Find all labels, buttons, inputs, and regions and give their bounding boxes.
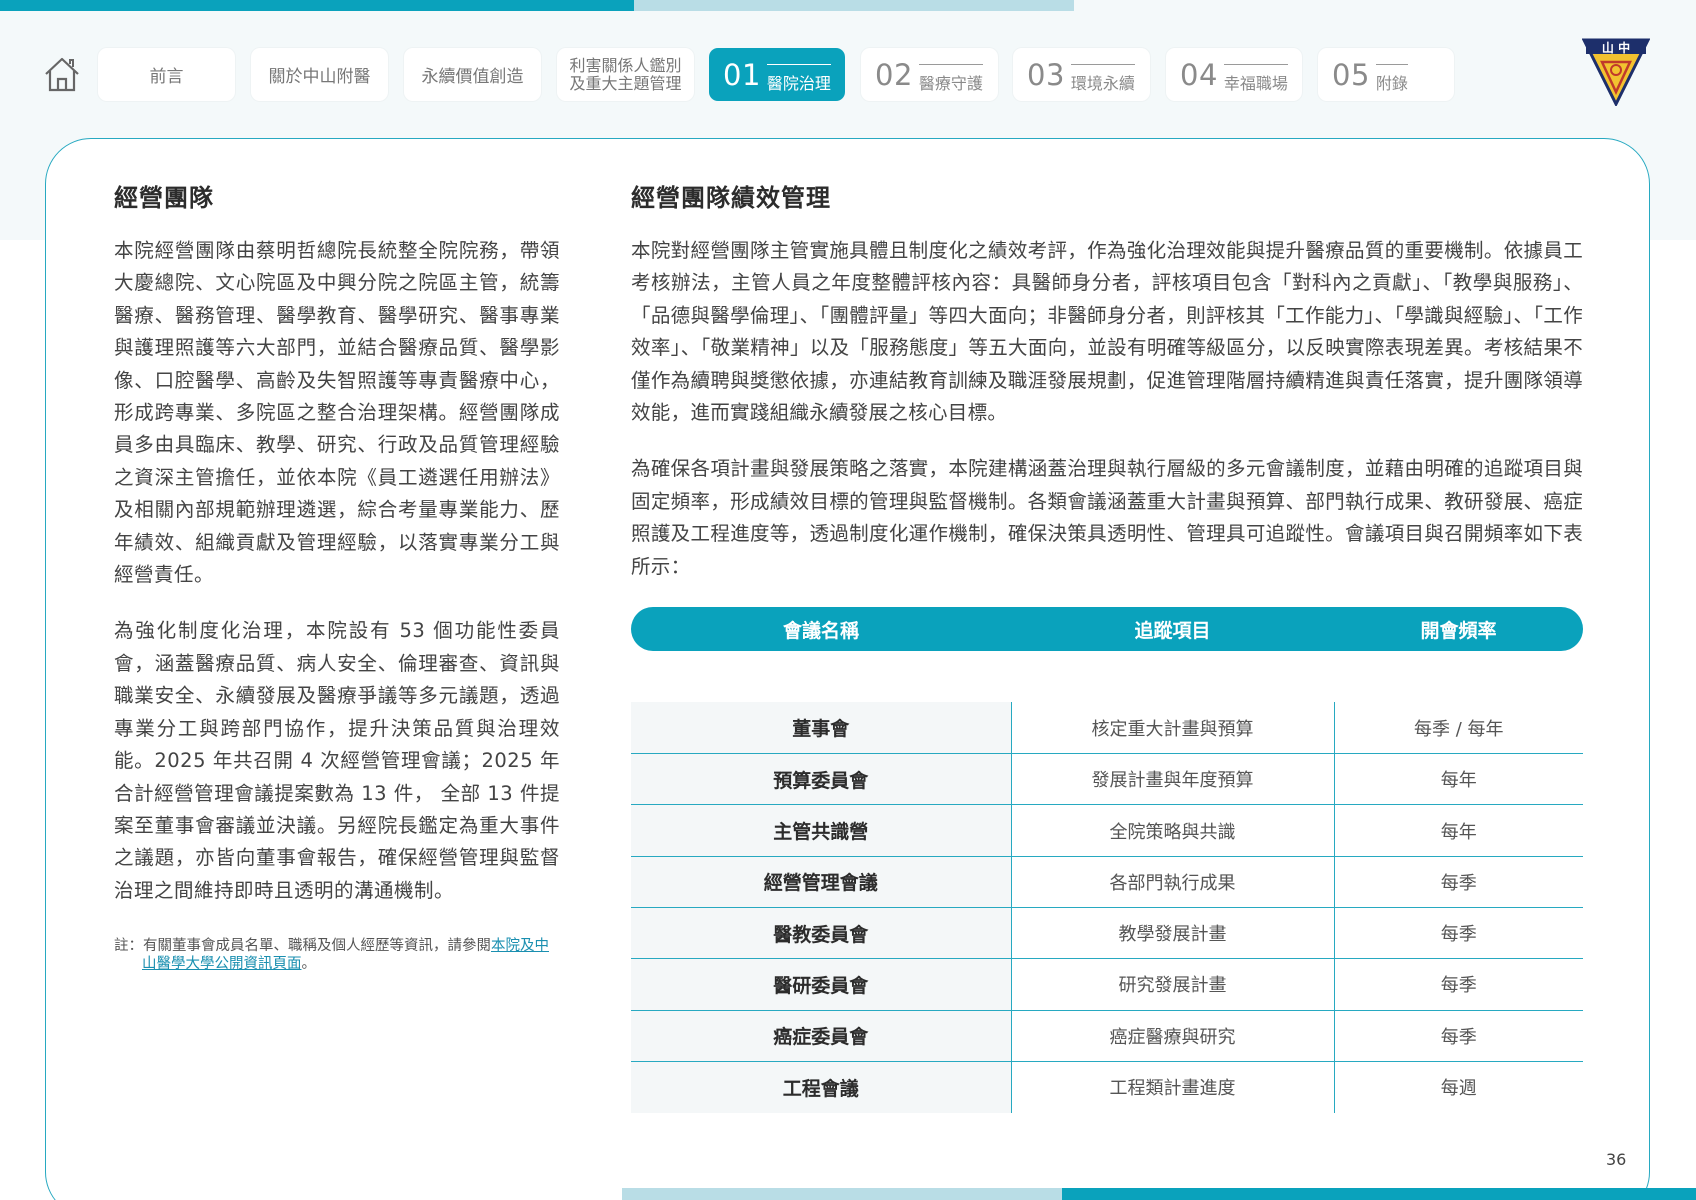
paragraph-governance: 為強化制度化治理，本院設有 53 個功能性委員會，涵蓋醫療品質、病人安全、倫理審… xyxy=(114,619,560,902)
top-accent-bar-light xyxy=(634,0,1074,11)
tab-chapter-04[interactable]: 04 幸福職場 xyxy=(1166,48,1302,101)
top-accent-bar xyxy=(0,0,634,11)
cell-meeting-name: 預算委員會 xyxy=(631,753,1012,806)
cell-frequency: 每週 xyxy=(1440,1078,1477,1100)
cell-meeting-name: 工程會議 xyxy=(631,1061,1012,1113)
cell-frequency: 每季 xyxy=(1334,958,1583,1011)
table-row: 經營管理會議 各部門執行成果 每季 xyxy=(631,856,1583,908)
tab-chapter-05[interactable]: 05 附錄 xyxy=(1318,48,1454,101)
header-frequency: 開會頻率 xyxy=(1334,607,1583,651)
cell-meeting-name: 董事會 xyxy=(631,702,1012,755)
table-row: 預算委員會 發展計畫與年度預算 每年 xyxy=(631,753,1583,806)
chapter-number: 03 xyxy=(1027,57,1065,92)
paragraph-meetings: 為確保各項計畫與發展策略之落實，本院建構涵蓋治理與執行層級的多元會議制度，並藉由… xyxy=(631,457,1583,578)
cell-tracking-item: 癌症醫療與研究 xyxy=(1011,1010,1335,1062)
tab-value-creation[interactable]: 永續價值創造 xyxy=(404,48,541,101)
right-column: 經營團隊績效管理 本院對經營團隊主管實施具體且制度化之績效考評，作為強化治理效能… xyxy=(631,178,1583,583)
tab-label: 前言 xyxy=(149,67,184,87)
cell-meeting-name: 主管共識營 xyxy=(631,804,1012,857)
table-row: 醫教委員會 教學發展計畫 每季 xyxy=(631,907,1583,960)
cell-frequency: 每年 xyxy=(1334,804,1583,857)
tab-label: 關於中山附醫 xyxy=(268,67,371,87)
cell-frequency: 每季 / 每年 xyxy=(1334,702,1583,755)
section-heading-management-team: 經營團隊 xyxy=(114,184,214,212)
cell-frequency: 每季 xyxy=(1334,1010,1583,1062)
cell-tracking-item: 研究發展計畫 xyxy=(1011,958,1335,1011)
chapter-number: 01 xyxy=(723,57,761,92)
chapter-label: 環境永續 xyxy=(1070,63,1135,94)
tab-chapter-02[interactable]: 02 醫療守護 xyxy=(861,48,998,101)
paragraph-performance: 本院對經營團隊主管實施具體且制度化之績效考評，作為強化治理效能與提升醫療品質的重… xyxy=(631,239,1583,425)
footnote: 註：有關董事會成員名單、職稱及個人經歷等資訊，請參閱本院及中山醫學大學公開資訊頁… xyxy=(114,937,560,973)
cell-tracking-item: 工程類計畫進度 xyxy=(1011,1061,1335,1113)
cell-meeting-name: 醫教委員會 xyxy=(631,907,1012,960)
chapter-label: 幸福職場 xyxy=(1223,63,1288,94)
tab-chapter-03[interactable]: 03 環境永續 xyxy=(1013,48,1150,101)
cell-frequency: 每季 xyxy=(1334,856,1583,908)
chapter-number: 02 xyxy=(875,57,913,92)
cell-tracking-item: 發展計畫與年度預算 xyxy=(1011,753,1335,806)
svg-text:山 中: 山 中 xyxy=(1602,40,1630,55)
footnote-text: 註：有關董事會成員名單、職稱及個人經歷等資訊，請參閱 xyxy=(114,938,491,955)
table-row: 癌症委員會 癌症醫療與研究 每季 xyxy=(631,1010,1583,1062)
cell-tracking-item: 教學發展計畫 xyxy=(1011,907,1335,960)
bottom-accent-bar-light xyxy=(622,1188,1062,1200)
hospital-logo: 山 中 xyxy=(1582,38,1650,106)
tab-label: 永續價值創造 xyxy=(421,67,524,87)
cell-meeting-name: 癌症委員會 xyxy=(631,1010,1012,1062)
chapter-label: 醫院治理 xyxy=(766,63,831,94)
cell-frequency: 每年 xyxy=(1334,753,1583,806)
meetings-table: 會議名稱 追蹤項目 開會頻率 董事會 核定重大計畫與預算 每季 / 每年 預算委… xyxy=(631,607,1583,1113)
cell-tracking-item: 全院策略與共識 xyxy=(1011,804,1335,857)
cell-tracking-item: 各部門執行成果 xyxy=(1011,856,1335,908)
table-row: 工程會議 工程類計畫進度 每週 xyxy=(631,1061,1583,1113)
cell-meeting-name: 醫研委員會 xyxy=(631,958,1012,1011)
cell-meeting-name: 經營管理會議 xyxy=(631,856,1012,908)
footnote-suffix: 。 xyxy=(301,956,317,973)
section-heading-performance: 經營團隊績效管理 xyxy=(631,184,831,212)
table-row: 醫研委員會 研究發展計畫 每季 xyxy=(631,958,1583,1011)
table-row: 董事會 核定重大計畫與預算 每季 / 每年 xyxy=(631,702,1583,755)
tab-preface[interactable]: 前言 xyxy=(98,48,235,101)
tab-chapter-01[interactable]: 01 醫院治理 xyxy=(709,48,845,101)
page-number: 36 xyxy=(1606,1150,1627,1169)
header-tracking-items: 追蹤項目 xyxy=(1011,607,1334,651)
tab-label: 利害關係人鑑別 及重大主題管理 xyxy=(569,55,682,93)
table-header-row: 會議名稱 追蹤項目 開會頻率 xyxy=(631,607,1583,651)
paragraph-management-team: 本院經營團隊由蔡明哲總院長統整全院院務，帶領大慶總院、文心院區及中興分院之院區主… xyxy=(114,239,560,587)
tab-stakeholders[interactable]: 利害關係人鑑別 及重大主題管理 xyxy=(557,48,694,101)
cell-tracking-item: 核定重大計畫與預算 xyxy=(1011,702,1335,755)
table-row: 主管共識營 全院策略與共識 每年 xyxy=(631,804,1583,857)
chapter-label: 附錄 xyxy=(1375,63,1408,94)
cell-frequency: 每季 xyxy=(1334,907,1583,960)
home-icon[interactable] xyxy=(42,54,82,94)
chapter-number: 05 xyxy=(1332,57,1370,92)
chapter-label: 醫療守護 xyxy=(918,63,983,94)
header-meeting-name: 會議名稱 xyxy=(631,607,1011,651)
tab-about[interactable]: 關於中山附醫 xyxy=(251,48,388,101)
chapter-number: 04 xyxy=(1180,57,1218,92)
bottom-accent-bar xyxy=(1062,1188,1696,1200)
left-column: 經營團隊 本院經營團隊由蔡明哲總院長統整全院院務，帶領大慶總院、文心院區及中興分… xyxy=(114,178,560,973)
